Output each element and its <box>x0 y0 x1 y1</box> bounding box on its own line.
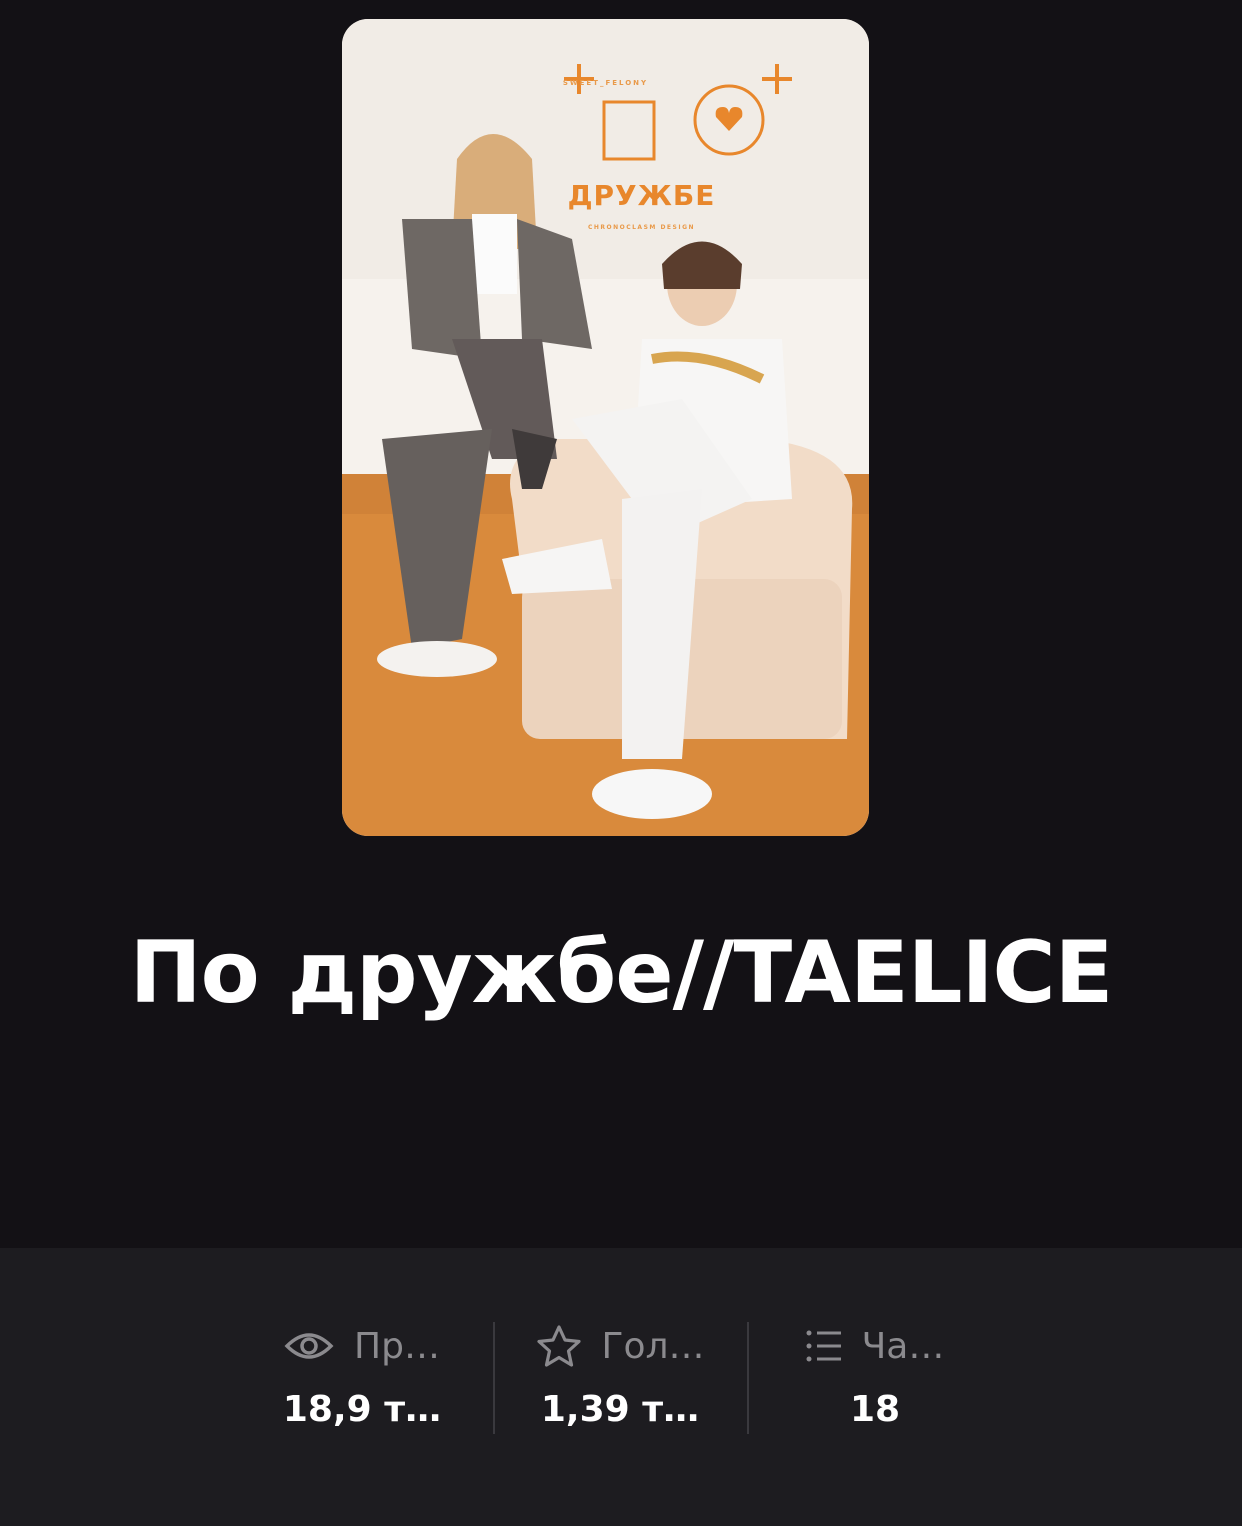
cover-artwork <box>342 19 869 836</box>
stat-votes-value: 1,39 т… <box>540 1389 700 1430</box>
stat-votes[interactable]: Гол… 1,39 т… <box>500 1320 740 1436</box>
stat-parts[interactable]: Ча… 18 <box>755 1320 995 1436</box>
stat-divider <box>493 1322 495 1434</box>
stat-reads[interactable]: Пр… 18,9 т… <box>242 1320 482 1436</box>
story-cover-image[interactable]: SWEET_FELONY ДРУЖБЕ CHRONOCLASM DESIGN <box>342 19 869 836</box>
stat-reads-label-row: Пр… <box>242 1320 482 1372</box>
eye-icon <box>284 1328 334 1364</box>
stat-parts-label-row: Ча… <box>755 1320 995 1372</box>
stat-votes-label-row: Гол… <box>500 1320 740 1372</box>
stat-divider <box>747 1322 749 1434</box>
stat-parts-value: 18 <box>849 1389 901 1430</box>
stat-reads-label: Пр… <box>354 1325 440 1367</box>
star-icon <box>536 1324 582 1368</box>
story-title: По дружбе//TAELICE <box>129 923 1114 1023</box>
stat-votes-label: Гол… <box>601 1325 705 1367</box>
list-icon <box>806 1329 842 1363</box>
stat-reads-value: 18,9 т… <box>282 1389 442 1430</box>
stat-parts-label: Ча… <box>861 1325 945 1367</box>
story-header: SWEET_FELONY ДРУЖБЕ CHRONOCLASM DESIGN П… <box>0 0 1242 1248</box>
